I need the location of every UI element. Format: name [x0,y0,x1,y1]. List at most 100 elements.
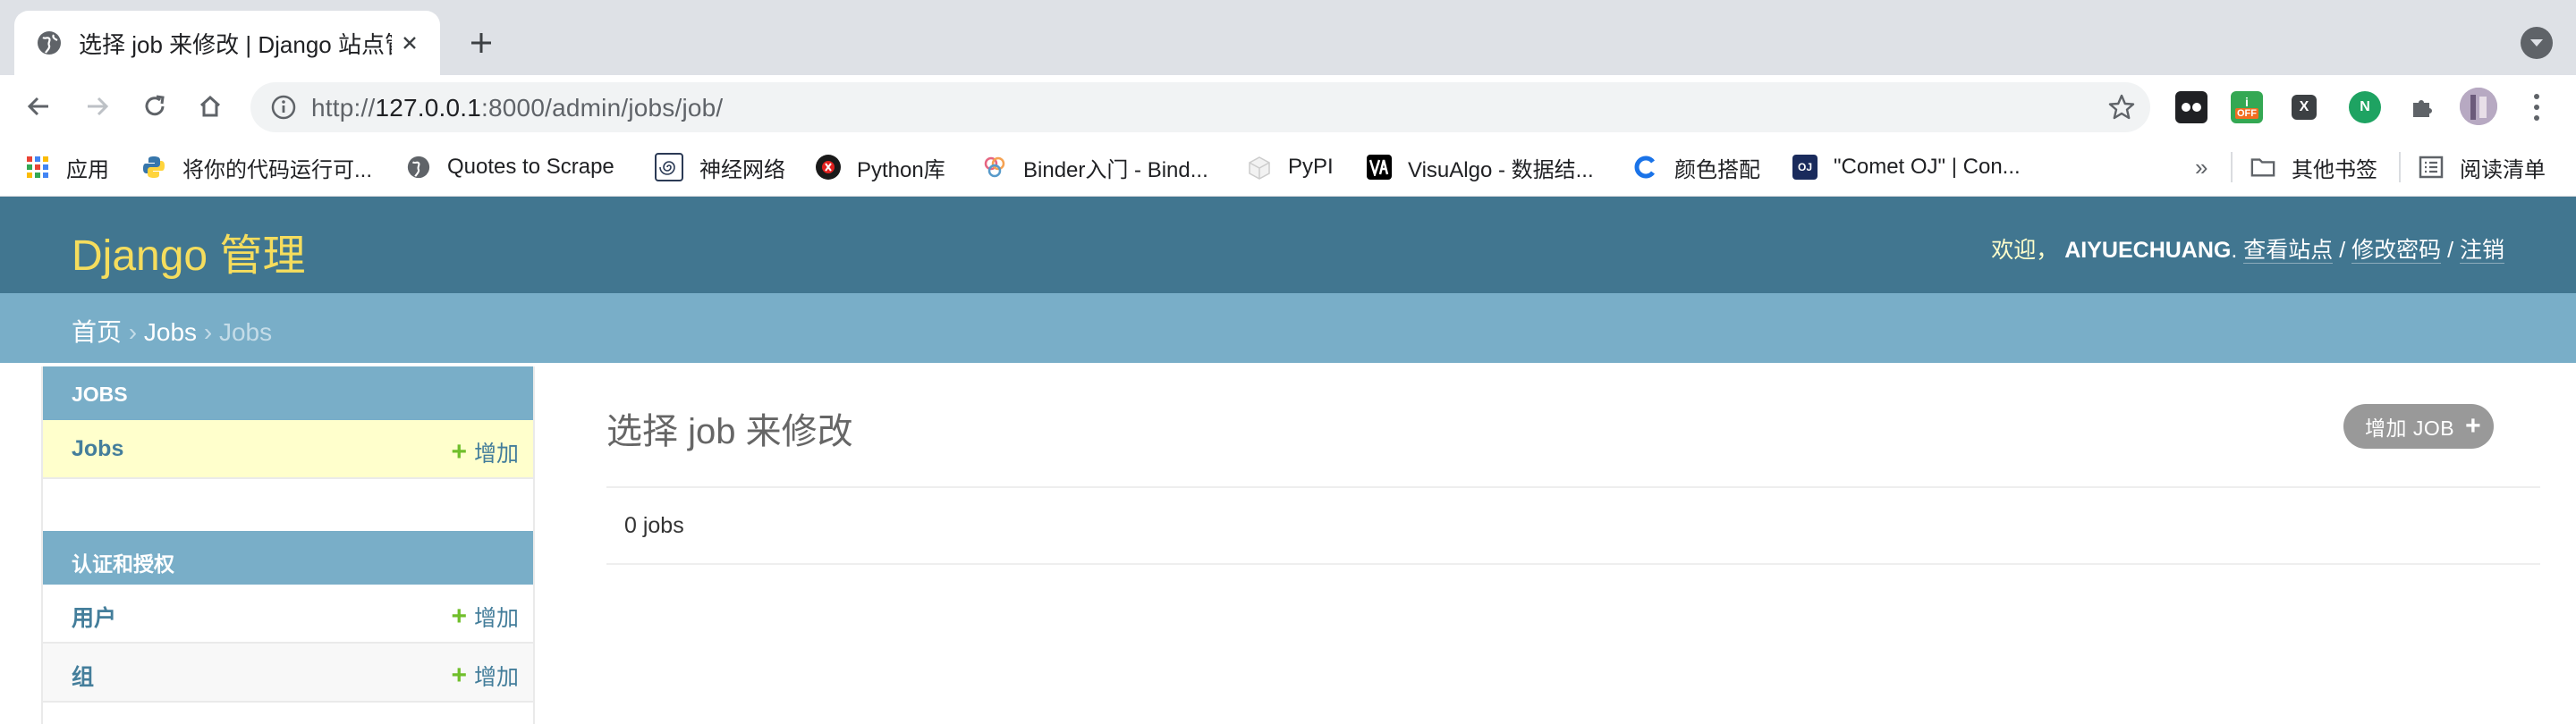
model-link-users[interactable]: 用户 [72,601,116,633]
url-prefix: http:// [311,94,376,122]
profile-avatar[interactable] [2460,88,2497,125]
bookmark-python-lib[interactable]: Python库 [816,152,945,182]
bookmark-label: 其他书签 [2292,157,2377,182]
tab-search-icon[interactable] [2521,27,2553,59]
extension-icon-4[interactable]: N [2349,91,2381,123]
bookmark-label: 将你的代码运行可... [182,157,373,182]
bookmark-label: VisuAlgo - 数据结... [1408,157,1594,182]
change-password-link[interactable]: 修改密码 [2351,238,2442,264]
binder-icon [982,155,1007,180]
module-caption-auth[interactable]: 认证和授权 [43,531,533,585]
browser-tab-active[interactable]: 选择 job 来修改 | Django 站点管 [14,11,440,75]
oj-icon: OJ [1792,155,1818,180]
url-host: 127.0.0.1 [375,94,482,122]
plus-icon: + [451,661,467,690]
plus-icon: + [2465,411,2482,441]
period: . [2231,238,2238,263]
model-link-groups[interactable]: 组 [72,660,94,692]
bookmark-apps[interactable]: 应用 [25,152,109,182]
page-title: 选择 job 来修改 [606,412,853,451]
folder-icon [2250,155,2275,180]
apps-grid-icon [25,155,50,180]
pypi-cube-icon [1247,155,1272,180]
extension-icon-2[interactable]: i OFF [2231,91,2263,123]
reload-icon[interactable] [136,88,174,125]
extension-icon-3[interactable]: X [2292,95,2317,120]
model-row-groups: 组 + 增加 [43,644,533,703]
tab-title: 选择 job 来修改 | Django 站点管 [79,30,392,58]
welcome-text: 欢迎， [1991,238,2059,263]
add-job-button[interactable]: 增加 JOB + [2343,404,2495,449]
add-group-link[interactable]: + 增加 [451,660,519,692]
bookmark-label: 阅读清单 [2460,157,2546,182]
bookmark-color-matching[interactable]: 颜色搭配 [1633,152,1760,182]
bookmark-python-tutor[interactable]: 将你的代码运行可... [141,152,372,182]
nav-sidebar: JOBS Jobs + 增加 认证和授权 用户 + 增加 组 + 增加 [41,366,535,724]
extension-2-i: i [2245,95,2249,109]
browser-tab-strip: 选择 job 来修改 | Django 站点管 [0,0,2576,75]
bookmark-label: 神经网络 [699,157,785,182]
bookmark-label: 颜色搭配 [1674,157,1760,182]
model-link-jobs[interactable]: Jobs [72,436,123,462]
breadcrumb-trail: 首页 › Jobs › Jobs [72,313,272,349]
bookmarks-bar: 应用 将你的代码运行可... Quotes to Scrape 神经网络 Pyt… [0,138,2576,197]
reading-list-icon [2419,155,2444,180]
menu-dots-icon[interactable] [2528,91,2546,123]
bookmark-quotes-to-scrape[interactable]: Quotes to Scrape [406,152,614,182]
add-user-link[interactable]: + 增加 [451,601,519,633]
breadcrumb-app[interactable]: Jobs [144,318,197,346]
browser-toolbar: http://127.0.0.1:8000/admin/jobs/job/ i … [0,75,2576,138]
globe-icon [36,29,63,56]
view-site-link[interactable]: 查看站点 [2243,238,2334,264]
other-bookmarks-folder[interactable]: 其他书签 [2250,152,2377,182]
bookmarks-divider [2399,152,2401,182]
close-icon[interactable] [395,29,424,57]
back-icon[interactable] [20,88,57,125]
address-bar[interactable]: http://127.0.0.1:8000/admin/jobs/job/ [250,82,2150,132]
url-text: http://127.0.0.1:8000/admin/jobs/job/ [311,94,723,122]
bookmark-neural-network[interactable]: 神经网络 [655,152,785,182]
logout-link[interactable]: 注销 [2459,238,2504,264]
red-circle-icon [816,155,841,180]
bookmark-visualgo[interactable]: VisuAlgo - 数据结... [1367,152,1594,182]
model-row-users: 用户 + 增加 [43,585,533,644]
changelist-results: 0 jobs [606,486,2540,565]
breadcrumb-arrow: › [197,318,219,346]
plus-icon: + [451,602,467,631]
site-info-icon[interactable] [270,94,297,121]
bookmarks-overflow-button[interactable]: » [2195,152,2207,182]
bookmark-binder[interactable]: Binder入门 - Bind... [982,152,1208,182]
bookmark-label: Python库 [857,157,945,182]
bookmark-label: Quotes to Scrape [447,155,614,179]
extension-icon-1[interactable] [2175,91,2207,123]
breadcrumb: 首页 › Jobs › Jobs [0,293,2576,363]
add-label: 增加 [473,606,519,631]
home-icon[interactable] [191,88,229,125]
user-tools: 欢迎， AIYUECHUANG. 查看站点 / 修改密码 / 注销 [1991,232,2504,265]
result-count: 0 jobs [624,513,684,538]
username: AIYUECHUANG [2064,238,2232,263]
bookmark-pypi[interactable]: PyPI [1247,152,1334,182]
breadcrumb-home[interactable]: 首页 [72,318,122,346]
extension-2-badge: OFF [2235,108,2258,119]
puzzle-extensions-icon[interactable] [2406,91,2438,123]
bookmark-label: PyPI [1288,155,1334,179]
django-header: Django 管理 欢迎， AIYUECHUANG. 查看站点 / 修改密码 /… [0,197,2576,293]
reading-list-button[interactable]: 阅读清单 [2419,152,2546,182]
module-spacer [43,479,533,531]
bookmark-label: 应用 [66,157,109,182]
url-path: :8000/admin/jobs/job/ [481,94,724,122]
visualgo-icon [1367,155,1392,180]
globe-icon [406,155,431,180]
bookmark-comet-oj[interactable]: OJ "Comet OJ" | Con... [1792,152,2021,182]
bookmarks-divider [2231,152,2233,182]
bookmark-star-icon[interactable] [2107,93,2136,122]
model-row-jobs: Jobs + 增加 [43,420,533,479]
new-tab-button[interactable] [463,25,499,61]
plus-icon: + [451,437,467,467]
module-caption-jobs[interactable]: JOBS [43,366,533,420]
site-branding[interactable]: Django 管理 [72,220,305,282]
add-jobs-link[interactable]: + 增加 [451,436,519,468]
forward-icon[interactable] [79,88,116,125]
spiral-icon [655,153,683,181]
